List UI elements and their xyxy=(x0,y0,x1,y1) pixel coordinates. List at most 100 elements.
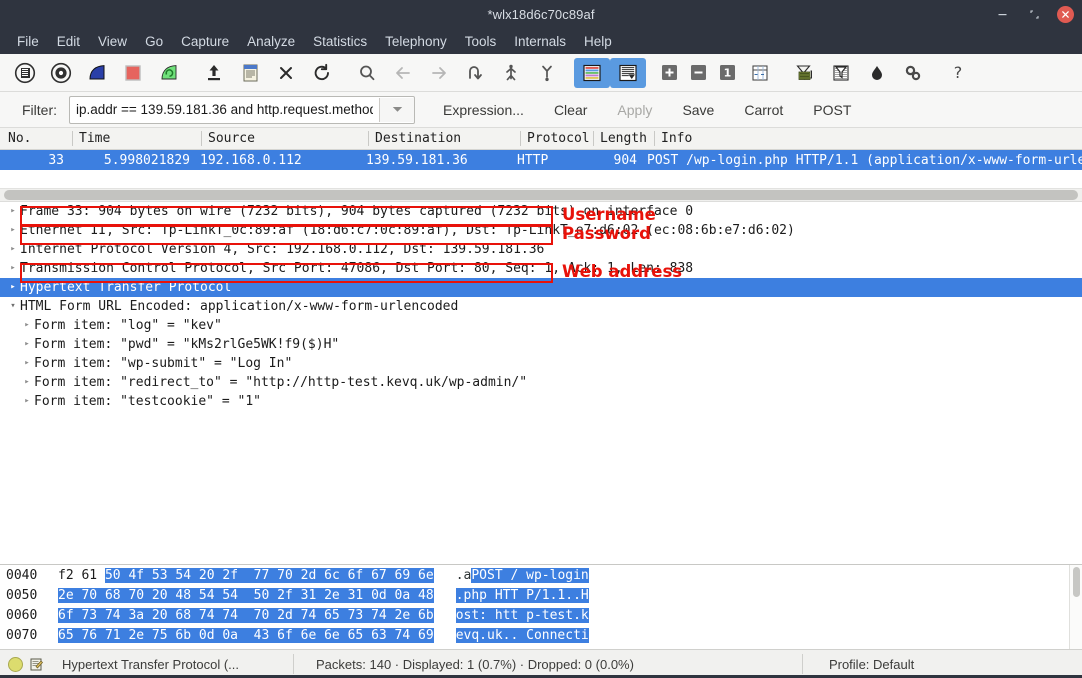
go-to-first-icon[interactable] xyxy=(493,58,529,88)
form-item-pwd[interactable]: ▸ Form item: "pwd" = "kMs2rlGe5WK!f9($)H… xyxy=(0,335,1082,354)
restart-capture-icon[interactable] xyxy=(151,58,187,88)
go-back-icon[interactable] xyxy=(385,58,421,88)
packet-list-hscrollbar[interactable] xyxy=(0,189,1082,201)
display-filters-icon[interactable] xyxy=(823,58,859,88)
menu-help[interactable]: Help xyxy=(575,32,621,51)
chevron-right-icon[interactable]: ▸ xyxy=(20,373,34,392)
stop-capture-icon[interactable] xyxy=(115,58,151,88)
apply-button: Apply xyxy=(607,99,662,121)
column-header-info[interactable]: Info xyxy=(654,131,1082,146)
expression-button[interactable]: Expression... xyxy=(433,99,534,121)
zoom-reset-icon[interactable]: 1 xyxy=(713,58,742,88)
chevron-right-icon[interactable]: ▸ xyxy=(20,354,34,373)
chevron-right-icon[interactable]: ▸ xyxy=(20,392,34,411)
detail-row-tcp[interactable]: ▸ Transmission Control Protocol, Src Por… xyxy=(0,259,1082,278)
chevron-right-icon[interactable]: ▸ xyxy=(6,221,20,240)
chevron-right-icon[interactable]: ▸ xyxy=(6,259,20,278)
cell-time: 5.998021829 xyxy=(68,152,194,169)
menu-tools[interactable]: Tools xyxy=(456,32,506,51)
capture-filters-icon[interactable] xyxy=(787,58,823,88)
packet-details-pane[interactable]: ▸ Frame 33: 904 bytes on wire (7232 bits… xyxy=(0,201,1082,564)
chevron-right-icon[interactable]: ▸ xyxy=(6,240,20,259)
open-file-icon[interactable] xyxy=(196,58,232,88)
capture-comment-icon[interactable] xyxy=(29,657,44,672)
coloring-rules-icon[interactable] xyxy=(859,58,895,88)
menu-internals[interactable]: Internals xyxy=(505,32,575,51)
capture-options-icon[interactable] xyxy=(43,58,79,88)
filter-combo[interactable] xyxy=(69,96,415,124)
menu-edit[interactable]: Edit xyxy=(48,32,89,51)
menu-analyze[interactable]: Analyze xyxy=(238,32,304,51)
annotation-web-address: Web address xyxy=(562,262,682,281)
packet-list: No. Time Source Destination Protocol Len… xyxy=(0,128,1082,201)
column-header-length[interactable]: Length xyxy=(593,131,654,146)
chevron-right-icon[interactable]: ▸ xyxy=(6,278,20,297)
svg-text:?: ? xyxy=(954,63,963,82)
column-header-destination[interactable]: Destination xyxy=(368,131,520,146)
detail-row-html-form[interactable]: ▾ HTML Form URL Encoded: application/x-w… xyxy=(0,297,1082,316)
hex-ascii: .aPOST / wp-login xyxy=(456,566,589,586)
menu-capture[interactable]: Capture xyxy=(172,32,238,51)
reload-icon[interactable] xyxy=(304,58,340,88)
filter-label: Filter: xyxy=(22,102,57,118)
scrollbar-thumb[interactable] xyxy=(4,190,1078,200)
cell-no: 33 xyxy=(0,152,68,169)
clear-button[interactable]: Clear xyxy=(544,99,597,121)
form-item-redirect-to[interactable]: ▸ Form item: "redirect_to" = "http://htt… xyxy=(0,373,1082,392)
close-file-icon[interactable] xyxy=(268,58,304,88)
menu-go[interactable]: Go xyxy=(136,32,172,51)
menu-bar: File Edit View Go Capture Analyze Statis… xyxy=(0,28,1082,54)
detail-row-http[interactable]: ▸ Hypertext Transfer Protocol xyxy=(0,278,1082,297)
filter-input[interactable] xyxy=(70,98,379,122)
chevron-down-icon[interactable] xyxy=(379,98,414,122)
form-item-wp-submit[interactable]: ▸ Form item: "wp-submit" = "Log In" xyxy=(0,354,1082,373)
save-file-icon[interactable] xyxy=(232,58,268,88)
form-item-log[interactable]: ▸ Form item: "log" = "kev" xyxy=(0,316,1082,335)
zoom-out-icon[interactable] xyxy=(684,58,713,88)
close-icon[interactable] xyxy=(1057,6,1074,23)
colorize-icon[interactable] xyxy=(574,58,610,88)
hex-row: 0040 f2 61 50 4f 53 54 20 2f 77 70 2d 6c… xyxy=(0,566,1069,586)
chevron-right-icon[interactable]: ▸ xyxy=(6,202,20,221)
go-to-last-icon[interactable] xyxy=(529,58,565,88)
find-packet-icon[interactable] xyxy=(349,58,385,88)
post-filter-button[interactable]: POST xyxy=(803,99,861,121)
cell-destination: 139.59.181.36 xyxy=(360,152,511,169)
packet-bytes-pane[interactable]: 0040 f2 61 50 4f 53 54 20 2f 77 70 2d 6c… xyxy=(0,564,1082,649)
chevron-right-icon[interactable]: ▸ xyxy=(20,316,34,335)
go-forward-icon[interactable] xyxy=(421,58,457,88)
zoom-in-icon[interactable] xyxy=(655,58,684,88)
hex-offset: 0060 xyxy=(0,606,58,626)
hex-pane-vscrollbar[interactable] xyxy=(1069,565,1082,649)
column-header-protocol[interactable]: Protocol xyxy=(520,131,593,146)
detail-row-ipv4[interactable]: ▸ Internet Protocol Version 4, Src: 192.… xyxy=(0,240,1082,259)
chevron-right-icon[interactable]: ▸ xyxy=(20,335,34,354)
form-item-testcookie[interactable]: ▸ Form item: "testcookie" = "1" xyxy=(0,392,1082,411)
preferences-icon[interactable] xyxy=(895,58,931,88)
auto-scroll-icon[interactable] xyxy=(610,58,646,88)
go-to-packet-icon[interactable] xyxy=(457,58,493,88)
detail-row-frame[interactable]: ▸ Frame 33: 904 bytes on wire (7232 bits… xyxy=(0,202,1082,221)
detail-row-ethernet[interactable]: ▸ Ethernet II, Src: Tp-LinkT_0c:89:af (1… xyxy=(0,221,1082,240)
chevron-down-icon[interactable]: ▾ xyxy=(6,297,20,316)
menu-view[interactable]: View xyxy=(89,32,136,51)
expert-info-icon[interactable] xyxy=(8,657,23,672)
column-header-source[interactable]: Source xyxy=(201,131,368,146)
table-row[interactable]: 33 5.998021829 192.168.0.112 139.59.181.… xyxy=(0,150,1082,170)
menu-file[interactable]: File xyxy=(8,32,48,51)
column-header-time[interactable]: Time xyxy=(72,131,201,146)
maximize-icon[interactable] xyxy=(1025,5,1043,23)
save-button[interactable]: Save xyxy=(672,99,724,121)
status-profile[interactable]: Profile: Default xyxy=(803,650,924,678)
scrollbar-thumb[interactable] xyxy=(1073,567,1080,597)
menu-telephony[interactable]: Telephony xyxy=(376,32,456,51)
interface-list-icon[interactable] xyxy=(7,58,43,88)
start-capture-icon[interactable] xyxy=(79,58,115,88)
carrot-filter-button[interactable]: Carrot xyxy=(734,99,793,121)
resize-columns-icon[interactable] xyxy=(742,58,778,88)
column-header-no[interactable]: No. xyxy=(0,131,72,146)
cell-source: 192.168.0.112 xyxy=(194,152,360,169)
minimize-icon[interactable] xyxy=(993,5,1011,23)
help-icon[interactable]: ? xyxy=(940,58,976,88)
menu-statistics[interactable]: Statistics xyxy=(304,32,376,51)
